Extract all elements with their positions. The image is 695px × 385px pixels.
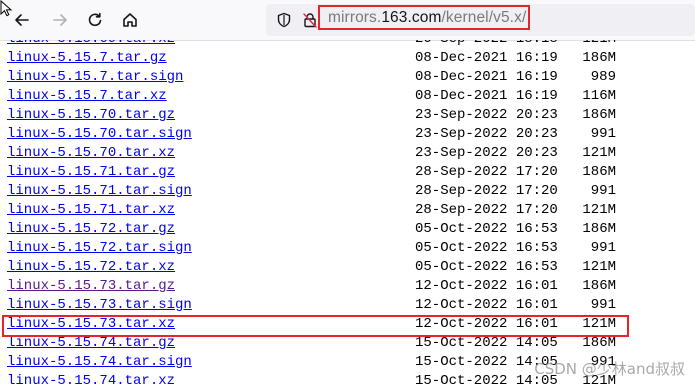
file-date: 12-Oct-2022 16:01 [415, 297, 558, 313]
url-highlight-box [318, 5, 530, 30]
table-row: linux-5.15.7.tar.gz 08-Dec-2021 16:19 186M [0, 49, 695, 68]
table-row: linux-5.15.70.tar.gz 23-Sep-2022 20:23 186… [0, 106, 695, 125]
file-date: 28-Sep-2022 17:20 [415, 202, 558, 218]
table-row: linux-5.15.72.tar.gz 05-Oct-2022 16:53 186… [0, 220, 695, 239]
file-date: 08-Dec-2021 16:19 [415, 88, 558, 104]
file-size: 991 [590, 126, 616, 142]
file-link[interactable]: linux-5.15.70.tar.xz [7, 144, 175, 163]
file-size: 186M [582, 278, 616, 294]
file-link[interactable]: linux-5.15.7.tar.xz [7, 87, 167, 106]
file-date: 23-Sep-2022 20:23 [415, 145, 558, 161]
file-link[interactable]: linux-5.15.72.tar.gz [7, 220, 175, 239]
file-link[interactable]: linux-5.15.72.tar.sign [7, 239, 192, 258]
table-row: linux-5.15.71.tar.sign 28-Sep-2022 17:20 9… [0, 182, 695, 201]
forward-button[interactable] [47, 7, 73, 33]
shield-icon[interactable] [276, 12, 292, 28]
file-date: 20-Sep-2022 18:18 [415, 40, 558, 49]
file-rows: linux-5.15.69.tar.xz 20-Sep-2022 18:18 121… [0, 40, 695, 385]
file-date: 28-Sep-2022 17:20 [415, 183, 558, 199]
file-link[interactable]: linux-5.15.73.tar.xz [7, 315, 175, 334]
insecure-lock-icon[interactable] [302, 12, 318, 28]
file-date: 08-Dec-2021 16:19 [415, 69, 558, 85]
file-link[interactable]: linux-5.15.69.tar.xz [7, 40, 175, 49]
file-size: 989 [590, 69, 616, 85]
file-size: 186M [582, 50, 616, 66]
file-link[interactable]: linux-5.15.73.tar.sign [7, 296, 192, 315]
file-size: 186M [582, 164, 616, 180]
table-row: linux-5.15.70.tar.xz 23-Sep-2022 20:23 121… [0, 144, 695, 163]
table-row: linux-5.15.72.tar.sign 05-Oct-2022 16:53 9… [0, 239, 695, 258]
file-date: 15-Oct-2022 14:05 [415, 335, 558, 351]
file-size: 991 [590, 183, 616, 199]
file-link[interactable]: linux-5.15.70.tar.sign [7, 125, 192, 144]
file-link[interactable]: linux-5.15.71.tar.xz [7, 201, 175, 220]
table-row: linux-5.15.73.tar.sign 12-Oct-2022 16:01 9… [0, 296, 695, 315]
directory-listing: linux-5.15.69.tar.xz 20-Sep-2022 18:18 121… [0, 40, 695, 385]
reload-icon [88, 12, 102, 27]
table-row: linux-5.15.73.tar.gz 12-Oct-2022 16:01 186… [0, 277, 695, 296]
table-row: linux-5.15.72.tar.xz 05-Oct-2022 16:53 121… [0, 258, 695, 277]
table-row: linux-5.15.7.tar.sign 08-Dec-2021 16:19 98… [0, 68, 695, 87]
mouse-cursor-icon [0, 0, 13, 17]
file-size: 121M [582, 316, 616, 332]
table-row: linux-5.15.71.tar.xz 28-Sep-2022 17:20 121… [0, 201, 695, 220]
file-link[interactable]: linux-5.15.74.tar.sign [7, 353, 192, 372]
file-size: 121M [582, 145, 616, 161]
file-date: 05-Oct-2022 16:53 [415, 259, 558, 275]
file-link[interactable]: linux-5.15.71.tar.sign [7, 182, 192, 201]
file-date: 05-Oct-2022 16:53 [415, 240, 558, 256]
file-size: 121M [582, 40, 616, 49]
file-size: 186M [582, 335, 616, 351]
file-date: 28-Sep-2022 17:20 [415, 164, 558, 180]
file-link[interactable]: linux-5.15.71.tar.gz [7, 163, 175, 182]
reload-button[interactable] [82, 7, 108, 33]
file-date: 23-Sep-2022 20:23 [415, 107, 558, 123]
table-row: linux-5.15.71.tar.gz 28-Sep-2022 17:20 186… [0, 163, 695, 182]
file-date: 05-Oct-2022 16:53 [415, 221, 558, 237]
file-size: 991 [590, 240, 616, 256]
file-link[interactable]: linux-5.15.74.tar.gz [7, 334, 175, 353]
file-link[interactable]: linux-5.15.73.tar.gz [7, 277, 175, 296]
file-size: 121M [582, 259, 616, 275]
home-button[interactable] [117, 7, 143, 33]
file-size: 116M [582, 88, 616, 104]
file-link[interactable]: linux-5.15.74.tar.xz [7, 372, 175, 385]
file-date: 12-Oct-2022 16:01 [415, 316, 558, 332]
file-size: 186M [582, 221, 616, 237]
file-link[interactable]: linux-5.15.70.tar.gz [7, 106, 175, 125]
forward-arrow-icon [53, 14, 67, 26]
file-link[interactable]: linux-5.15.72.tar.xz [7, 258, 175, 277]
table-row: linux-5.15.69.tar.xz 20-Sep-2022 18:18 121… [0, 40, 695, 49]
file-size: 991 [590, 297, 616, 313]
file-size: 186M [582, 107, 616, 123]
table-row: linux-5.15.74.tar.gz 15-Oct-2022 14:05 186… [0, 334, 695, 353]
table-row: linux-5.15.7.tar.xz 08-Dec-2021 16:19 116M [0, 87, 695, 106]
back-arrow-icon [15, 14, 29, 26]
file-date: 23-Sep-2022 20:23 [415, 126, 558, 142]
table-row: linux-5.15.70.tar.sign 23-Sep-2022 20:23 9… [0, 125, 695, 144]
file-date: 12-Oct-2022 16:01 [415, 278, 558, 294]
file-date: 08-Dec-2021 16:19 [415, 50, 558, 66]
file-link[interactable]: linux-5.15.7.tar.gz [7, 49, 167, 68]
file-size: 121M [582, 202, 616, 218]
file-link[interactable]: linux-5.15.7.tar.sign [7, 68, 183, 87]
watermark: CSDN @少林and叔叔 [534, 360, 685, 378]
browser-toolbar: mirrors.163.com/kernel/v5.x/ [0, 0, 695, 41]
home-icon [123, 13, 137, 27]
table-row: linux-5.15.73.tar.xz 12-Oct-2022 16:01 121… [0, 315, 695, 334]
